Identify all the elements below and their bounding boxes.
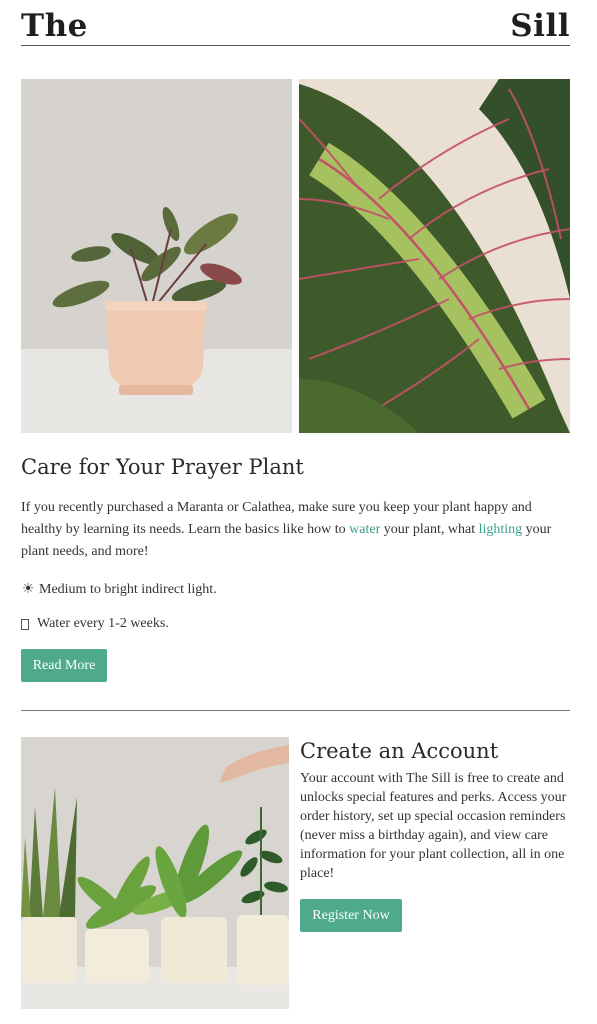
- water-requirement-text: Water every 1-2 weeks.: [37, 616, 169, 631]
- brand-logo-right[interactable]: Sill: [510, 7, 570, 45]
- lighting-link[interactable]: lighting: [479, 522, 523, 537]
- account-section-title: Create an Account: [300, 739, 499, 763]
- prayer-plant-pot-image: [21, 79, 292, 433]
- water-drop-icon: [21, 618, 29, 630]
- section-divider: [21, 710, 570, 711]
- sun-icon: ☀: [21, 582, 35, 597]
- care-description-text-2: your plant, what: [380, 522, 479, 537]
- prayer-plant-leaf-closeup-image: [299, 79, 570, 433]
- account-description: Your account with The Sill is free to cr…: [300, 771, 567, 881]
- care-description: If you recently purchased a Maranta or C…: [21, 497, 566, 563]
- brand-logo-left[interactable]: The: [21, 7, 88, 45]
- water-link[interactable]: water: [349, 522, 380, 537]
- register-now-button[interactable]: Register Now: [300, 899, 402, 932]
- light-requirement-text: Medium to bright indirect light.: [39, 582, 217, 597]
- care-section-title: Care for Your Prayer Plant: [21, 455, 304, 479]
- potted-plants-image: [21, 737, 289, 1009]
- read-more-button[interactable]: Read More: [21, 649, 107, 682]
- header: The Sill: [21, 8, 570, 46]
- light-requirement: ☀ Medium to bright indirect light.: [21, 580, 217, 600]
- water-requirement: Water every 1-2 weeks.: [21, 614, 169, 634]
